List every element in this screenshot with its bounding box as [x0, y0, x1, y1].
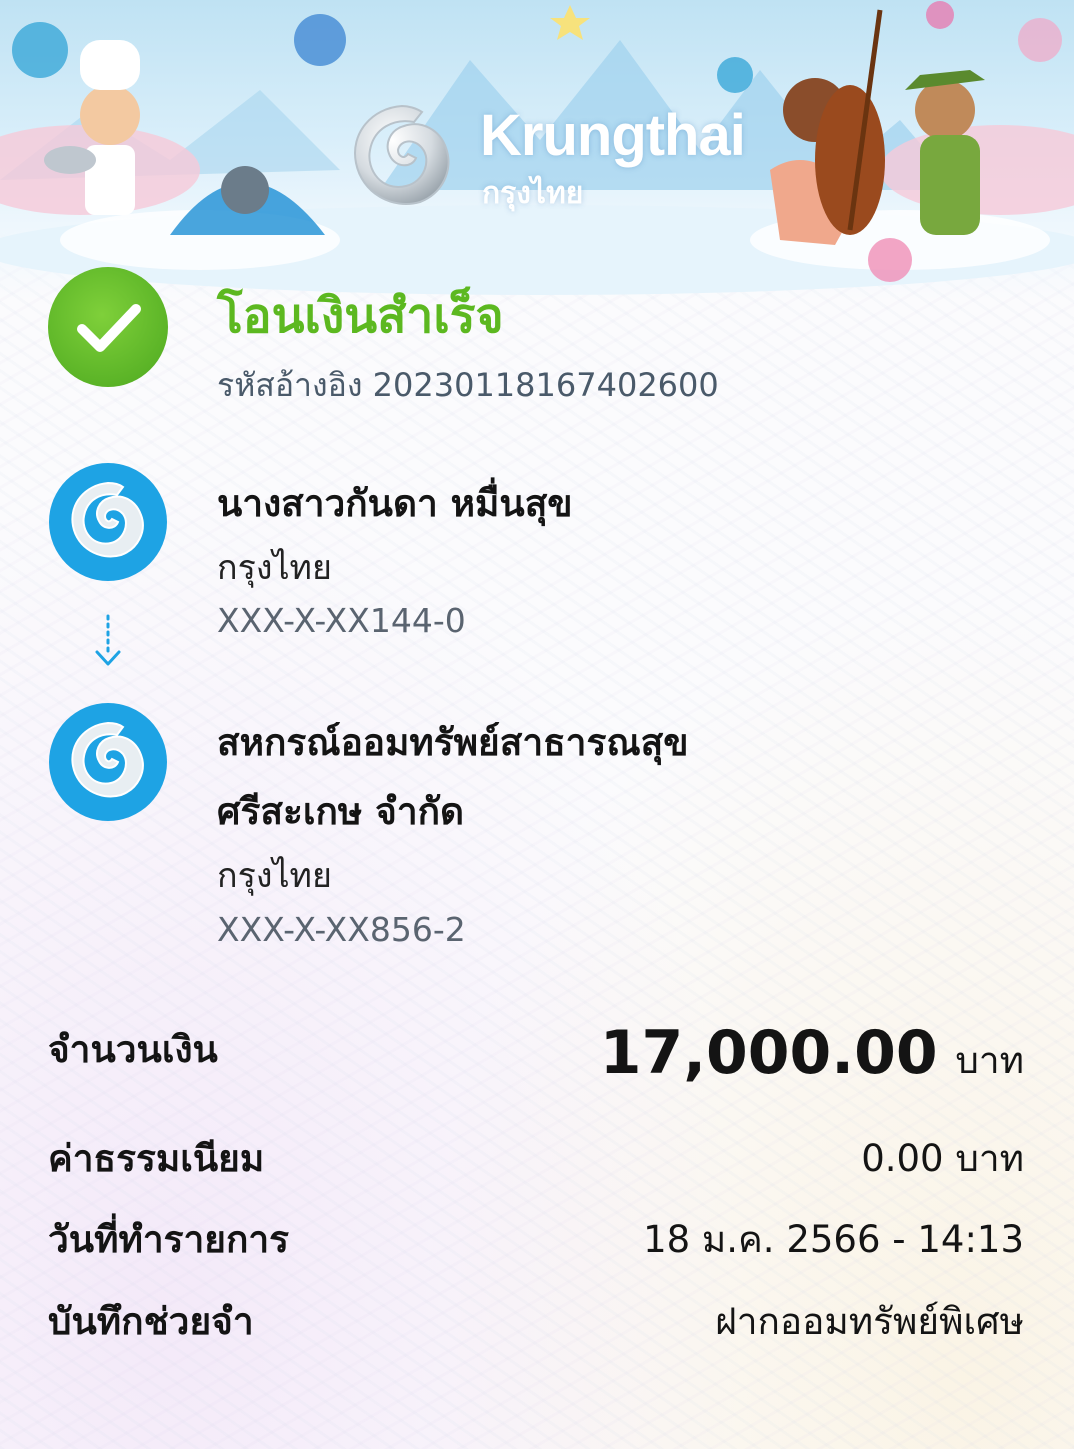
memo-label: บันทึกช่วยจำ [48, 1300, 254, 1343]
sender-name: นางสาวกันดา หมื่นสุข [217, 482, 573, 525]
header-banner: Krungthai กรุงไทย [0, 0, 1074, 300]
receiver-bank: กรุงไทย [217, 856, 332, 896]
receiver-bank-logo-icon [49, 703, 167, 821]
sender-bank: กรุงไทย [217, 548, 332, 588]
amount-value-row: 17,000.00 บาท [600, 1018, 1024, 1090]
fee-label: ค่าธรรมเนียม [48, 1137, 265, 1180]
date-label: วันที่ทำรายการ [48, 1218, 290, 1261]
sender-account: XXX-X-XX144-0 [217, 601, 466, 640]
date-value: 18 ม.ค. 2566 - 14:13 [643, 1218, 1024, 1261]
amount-value: 17,000.00 [599, 1018, 938, 1088]
memo-value: ฝากออมทรัพย์พิเศษ [715, 1300, 1024, 1343]
reference-code: รหัสอ้างอิง 2023011816740260​0 [217, 366, 719, 404]
sender-bank-logo-icon [49, 463, 167, 581]
status-title: โอนเงินสำเร็จ [217, 288, 504, 344]
brand-name: Krungthai [480, 103, 746, 168]
receiver-account: XXX-X-XX856-2 [217, 910, 466, 949]
amount-label: จำนวนเงิน [48, 1028, 218, 1071]
receiver-name-line2: ศรีสะเกษ จำกัด [217, 790, 465, 833]
krungthai-logo-icon [354, 104, 450, 205]
success-check-icon [48, 267, 168, 387]
receiver-name-line1: สหกรณ์ออมทรัพย์สาธารณสุข [217, 721, 689, 764]
arrow-down-icon [95, 614, 121, 666]
amount-unit: บาท [955, 1039, 1024, 1082]
brand-name-thai: กรุงไทย [482, 176, 584, 211]
fee-value: 0.00 บาท [861, 1137, 1024, 1180]
